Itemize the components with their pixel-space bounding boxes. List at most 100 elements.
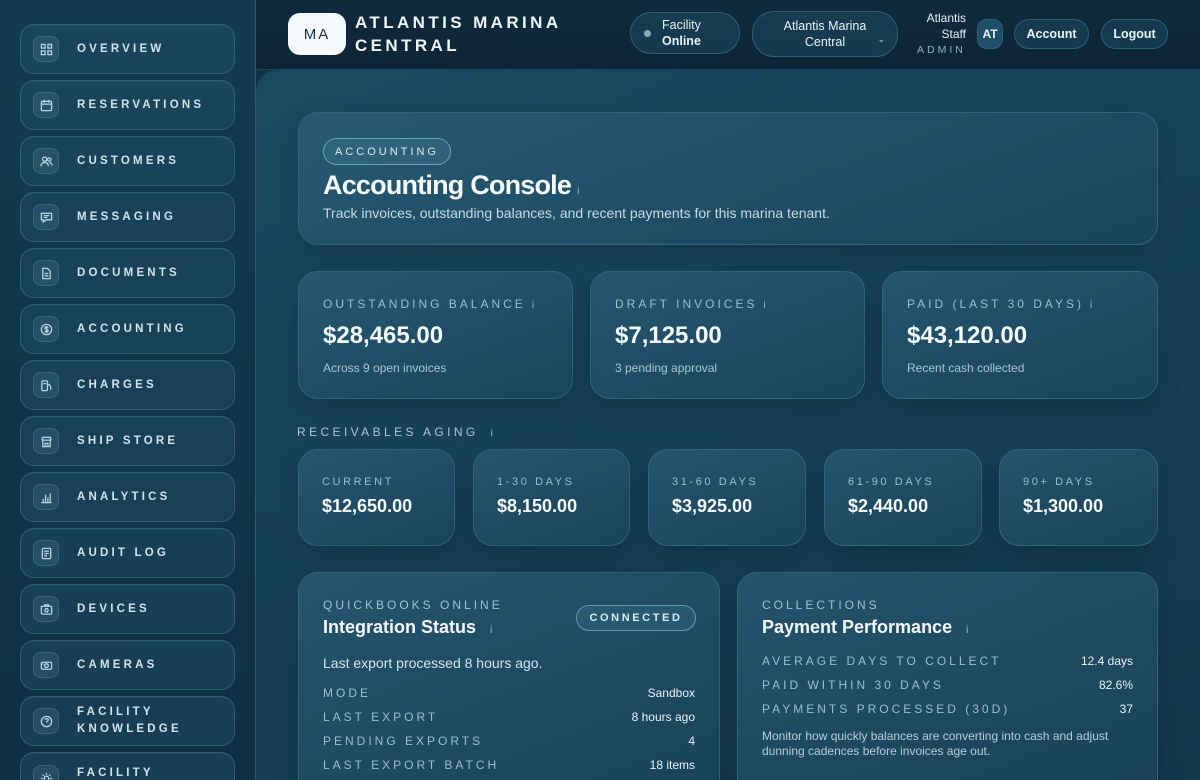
main-content: ACCOUNTING Accounting Console i Track inv…	[256, 70, 1200, 780]
facility-select-line: Central	[804, 35, 846, 49]
sidebar-item-devices[interactable]: Devices	[20, 584, 235, 634]
payment-performance-card: COLLECTIONS Payment Performance i AVERAGE…	[737, 572, 1158, 780]
sidebar-item-facility-knowledge[interactable]: Facility Knowledge	[20, 696, 235, 746]
row-value: Sandbox	[647, 686, 695, 700]
row-value: 18 items	[649, 758, 695, 772]
aging-value: $2,440.00	[848, 496, 929, 516]
sidebar-item-label: Facility	[77, 767, 154, 779]
collections-row: PAID WITHIN 30 DAYS 82.6%	[762, 675, 1133, 695]
stat-value: $43,120.00	[907, 322, 1028, 349]
aging-label: CURRENT	[322, 476, 394, 488]
collections-label: COLLECTIONS	[762, 598, 880, 612]
sidebar-item-overview[interactable]: Overview	[20, 24, 235, 74]
account-button[interactable]: Account	[1014, 19, 1089, 49]
sidebar-item-label: Messaging	[77, 210, 177, 223]
integration-message: Last export processed 8 hours ago.	[323, 655, 543, 671]
stat-card-outstanding: OUTSTANDING BALANCE i $28,465.00 Across 9…	[298, 271, 573, 399]
sidebar-item-documents[interactable]: Documents	[20, 248, 235, 298]
sidebar-item-label: Facility Knowledge	[77, 706, 182, 735]
sidebar-item-reservations[interactable]: Reservations	[20, 80, 235, 130]
aging-value: $12,650.00	[322, 496, 413, 516]
sidebar-item-label: Documents	[77, 266, 180, 279]
page-subtitle: Track invoices, outstanding balances, an…	[323, 205, 830, 221]
aging-label: 31-60 DAYS	[672, 476, 759, 488]
stat-label-text: DRAFT INVOICES	[615, 297, 758, 311]
integration-status-card: QUICKBOOKS ONLINE Integration Status i CO…	[298, 572, 720, 780]
user-role: ADMIN	[917, 44, 966, 56]
log-icon	[33, 540, 59, 566]
row-value: 37	[1119, 702, 1133, 716]
logo[interactable]: MA	[288, 13, 346, 55]
chat-icon	[33, 204, 59, 230]
sidebar-item-label: Accounting	[77, 322, 187, 335]
aging-label: 1-30 DAYS	[497, 476, 575, 488]
logout-button[interactable]: Logout	[1101, 19, 1168, 49]
section-heading-aging: RECEIVABLES AGING i	[297, 425, 493, 439]
integration-row: PENDING EXPORTS 4	[323, 731, 695, 751]
row-key: PAID WITHIN 30 DAYS	[762, 678, 944, 692]
camera-icon	[33, 652, 59, 678]
info-icon[interactable]: i	[532, 300, 534, 311]
row-key: AVERAGE DAYS TO COLLECT	[762, 654, 1002, 668]
stat-value: $28,465.00	[323, 322, 444, 349]
collections-description: Monitor how quickly balances are convert…	[762, 729, 1109, 758]
sidebar-item-messaging[interactable]: Messaging	[20, 192, 235, 242]
row-value: 4	[688, 734, 695, 748]
aging-label: 61-90 DAYS	[848, 476, 935, 488]
stat-note: 3 pending approval	[615, 361, 718, 375]
info-icon[interactable]: i	[491, 428, 493, 439]
info-icon[interactable]: i	[490, 625, 492, 636]
avatar[interactable]: AT	[977, 19, 1003, 49]
aging-value: $8,150.00	[497, 496, 578, 516]
device-icon	[33, 596, 59, 622]
brand-title-line: CENTRAL	[355, 36, 461, 55]
sidebar-item-accounting[interactable]: Accounting	[20, 304, 235, 354]
store-icon	[33, 428, 59, 454]
sidebar-item-facility[interactable]: Facility	[20, 752, 235, 780]
sidebar-item-label: Audit Log	[77, 546, 170, 559]
sidebar-item-charges[interactable]: Charges	[20, 360, 235, 410]
sidebar-item-audit-log[interactable]: Audit Log	[20, 528, 235, 578]
calendar-icon	[33, 92, 59, 118]
collections-row: AVERAGE DAYS TO COLLECT 12.4 days	[762, 651, 1133, 671]
users-icon	[33, 148, 59, 174]
facility-select-value: Atlantis Marina Central	[784, 18, 867, 50]
facility-status-text: Facility Online	[662, 17, 701, 49]
sidebar-item-label: Devices	[77, 602, 150, 615]
sidebar-item-analytics[interactable]: Analytics	[20, 472, 235, 522]
help-icon	[33, 708, 59, 734]
row-value: 12.4 days	[1080, 654, 1133, 668]
stat-card-draft: DRAFT INVOICES i $7,125.00 3 pending appr…	[590, 271, 865, 399]
sidebar-item-ship-store[interactable]: Ship Store	[20, 416, 235, 466]
top-bar: MA ATLANTIS MARINA CENTRAL Facility Onli…	[256, 0, 1200, 70]
integration-provider: QUICKBOOKS ONLINE	[323, 598, 503, 612]
status-dot-icon	[644, 29, 651, 37]
user-name-line: Staff	[941, 27, 966, 41]
integration-row: LAST EXPORT 8 hours ago	[323, 707, 695, 727]
dollar-icon	[33, 316, 59, 342]
row-value: 82.6%	[1098, 678, 1133, 692]
user-name-line: Atlantis	[926, 11, 966, 25]
sidebar-item-label: Customers	[77, 154, 180, 167]
info-icon[interactable]: i	[763, 300, 765, 311]
info-icon[interactable]: i	[577, 186, 579, 197]
sidebar-item-customers[interactable]: Customers	[20, 136, 235, 186]
document-icon	[33, 260, 59, 286]
facility-select-line: Atlantis Marina	[783, 19, 867, 33]
info-icon[interactable]: i	[1090, 300, 1092, 311]
sun-icon	[33, 765, 59, 780]
stat-label-text: OUTSTANDING BALANCE	[323, 297, 526, 311]
brand-title: ATLANTIS MARINA CENTRAL	[355, 11, 562, 57]
row-value: 8 hours ago	[631, 710, 695, 724]
facility-select[interactable]: Atlantis Marina Central ⌄	[752, 11, 898, 57]
chart-icon	[33, 484, 59, 510]
sidebar-item-cameras[interactable]: Cameras	[20, 640, 235, 690]
grid-icon	[33, 36, 59, 62]
sidebar-item-label: Charges	[77, 378, 157, 391]
user-name: Atlantis Staff	[896, 10, 966, 42]
aging-card-current: CURRENT $12,650.00	[298, 449, 455, 546]
section-badge: ACCOUNTING	[323, 138, 451, 165]
info-icon[interactable]: i	[966, 625, 968, 636]
sidebar-item-label: Cameras	[77, 658, 158, 671]
chevron-down-icon: ⌄	[877, 34, 885, 44]
